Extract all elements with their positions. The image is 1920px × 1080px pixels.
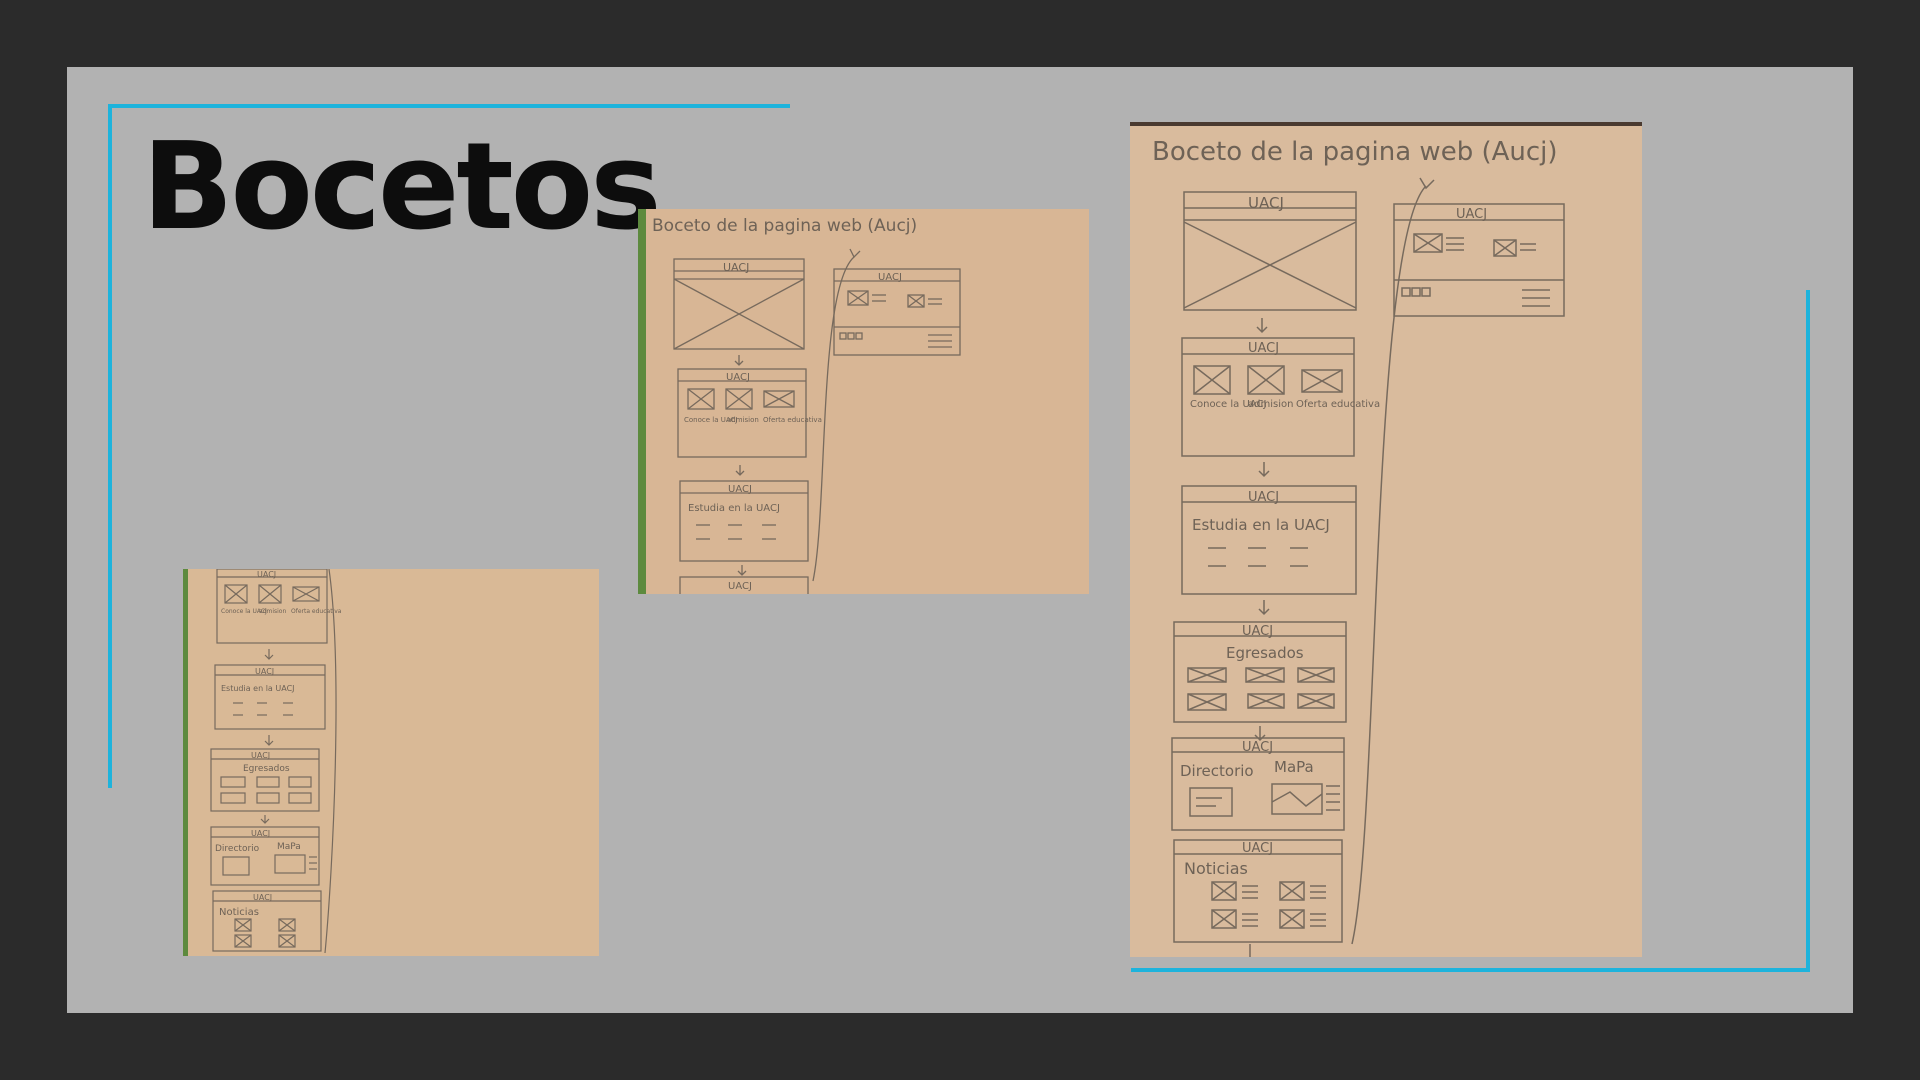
sketch-drawing-2: Boceto de la pagina web (Aucj) UACJ UACJ…: [1130, 122, 1642, 957]
accent-line-bottom: [1131, 968, 1810, 972]
frame-header: UACJ: [253, 893, 272, 902]
frame-header: UACJ: [723, 261, 749, 274]
frame-header: UACJ: [1248, 341, 1279, 356]
frame-header: UACJ: [728, 484, 752, 495]
frame-text: Noticias: [219, 907, 259, 918]
frame-text: Egresados: [243, 764, 290, 774]
frame-label: admision: [259, 608, 286, 615]
frame-label: MaPa: [277, 842, 301, 852]
frame-header: UACJ: [1248, 194, 1284, 212]
frame-header: UACJ: [1242, 841, 1273, 856]
frame-header: UACJ: [1248, 490, 1279, 505]
frame-header: UACJ: [1242, 740, 1273, 755]
frame-label: admision: [727, 416, 759, 424]
slide-title: Bocetos: [142, 118, 662, 257]
accent-line-right: [1806, 290, 1810, 972]
frame-header: UACJ: [728, 581, 752, 592]
frame-header: UACJ: [251, 829, 270, 838]
frame-text: Estudia en la UACJ: [1192, 516, 1330, 534]
frame-header: UACJ: [726, 372, 750, 383]
side-frame-header: UACJ: [878, 272, 902, 283]
side-frame-header: UACJ: [1456, 207, 1487, 222]
frame-text: Egresados: [1226, 644, 1304, 662]
frame-label: admision: [1248, 399, 1293, 410]
sketch-photo-3: UACJ Conoce la UACJ admision Oferta educ…: [183, 569, 599, 956]
sketch-photo-2: Boceto de la pagina web (Aucj) UACJ UACJ…: [1130, 122, 1642, 957]
sketch-drawing-1: Boceto de la pagina web (Aucj) UACJ UACJ…: [638, 209, 961, 594]
frame-text: Estudia en la UACJ: [688, 503, 780, 514]
frame-label: MaPa: [1274, 758, 1314, 776]
frame-label: Directorio: [1180, 762, 1254, 780]
accent-line-top: [108, 104, 790, 108]
sketch-heading: Boceto de la pagina web (Aucj): [1152, 137, 1558, 167]
sketch-drawing-3: UACJ Conoce la UACJ admision Oferta educ…: [183, 569, 342, 956]
frame-label: Oferta educativa: [763, 416, 822, 424]
frame-header: UACJ: [255, 667, 274, 676]
sketch-heading: Boceto de la pagina web (Aucj): [652, 216, 917, 236]
frame-label: Oferta educativa: [1296, 399, 1380, 410]
frame-label: Oferta educativa: [291, 608, 342, 615]
sketch-photo-1: Boceto de la pagina web (Aucj) UACJ UACJ…: [638, 209, 1089, 594]
frame-text: Estudia en la UACJ: [221, 684, 295, 693]
accent-line-left: [108, 104, 112, 788]
frame-header: UACJ: [257, 570, 276, 579]
frame-header: UACJ: [1242, 624, 1273, 639]
frame-label: Directorio: [215, 844, 260, 854]
frame-text: Noticias: [1184, 859, 1248, 878]
frame-header: UACJ: [251, 751, 270, 760]
